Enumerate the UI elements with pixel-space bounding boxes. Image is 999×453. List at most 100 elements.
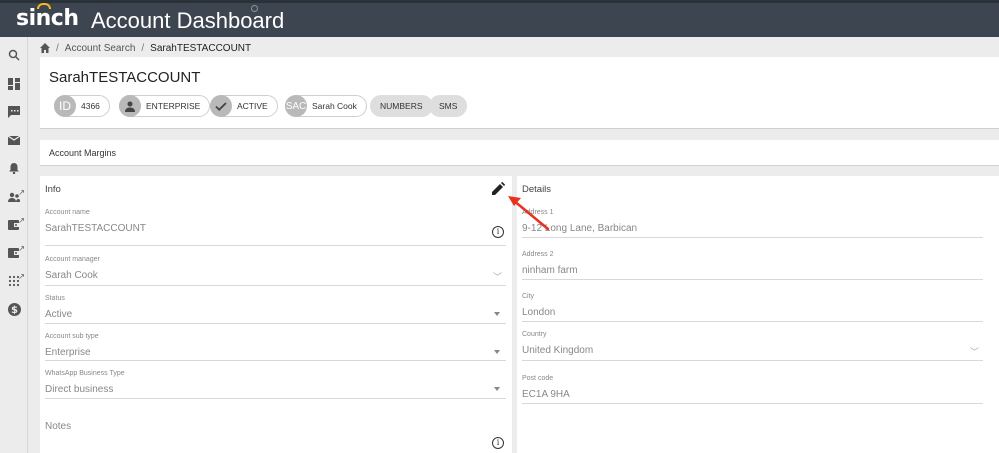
city-label: City <box>522 293 535 300</box>
status-label: Status <box>45 295 65 302</box>
whatsapp-business-type-value: Direct business <box>45 384 114 395</box>
account-id-chip: ID 4366 <box>54 95 110 117</box>
wallet-icon[interactable]: ↗ <box>7 244 25 261</box>
account-manager-value: Sarah Cook <box>45 270 98 281</box>
info-icon[interactable]: i <box>492 437 504 449</box>
country-value: United Kingdom <box>522 345 594 356</box>
dropdown-caret-icon[interactable] <box>494 387 500 391</box>
logo-text: sinch <box>16 6 79 31</box>
city-value: London <box>522 307 556 318</box>
message-icon[interactable] <box>7 106 21 120</box>
address2-label: Address 2 <box>522 251 554 258</box>
breadcrumb-current: SarahTESTACCOUNT <box>150 42 252 54</box>
bell-icon[interactable] <box>7 162 21 176</box>
search-icon[interactable] <box>7 49 21 63</box>
external-link-icon: ↗ <box>18 244 25 253</box>
breadcrumb-account-search-link[interactable]: Account Search <box>65 43 136 54</box>
notes-field[interactable]: Notes i <box>45 421 506 449</box>
info-card: Info Account name SarahTESTACCOUNT i Acc… <box>40 176 512 453</box>
dialpad-icon[interactable]: ↗ <box>7 272 25 289</box>
external-link-icon: ↗ <box>18 216 25 225</box>
country-field[interactable]: Country United Kingdom ﹀ <box>522 331 983 361</box>
field-underline <box>522 321 983 322</box>
account-type-label: ENTERPRISE <box>146 101 201 111</box>
account-status-label: ACTIVE <box>237 101 268 111</box>
chevron-down-icon[interactable]: ﹀ <box>970 345 979 358</box>
dropdown-caret-icon[interactable] <box>494 350 500 354</box>
address2-field[interactable]: Address 2 ninham farm <box>522 251 983 280</box>
info-title: Info <box>45 184 61 195</box>
breadcrumb-separator: / <box>141 42 145 54</box>
dropdown-caret-icon[interactable] <box>494 312 500 316</box>
field-underline <box>45 245 506 246</box>
person-icon <box>119 95 141 117</box>
account-sub-type-field[interactable]: Account sub type Enterprise <box>45 333 506 361</box>
top-bar: sinch Account Dashboard <box>0 0 999 37</box>
status-dot-icon <box>251 5 258 12</box>
field-underline <box>45 285 506 286</box>
whatsapp-business-type-field[interactable]: WhatsApp Business Type Direct business <box>45 370 506 399</box>
sinch-logo[interactable]: sinch <box>16 3 79 31</box>
mail-icon[interactable] <box>7 134 21 148</box>
chevron-down-icon[interactable]: ﹀ <box>493 270 502 283</box>
account-header-card: SarahTESTACCOUNT ID 4366 ENTERPRISE ACTI… <box>40 57 999 129</box>
account-id-value: 4366 <box>81 101 100 111</box>
field-underline <box>522 360 983 361</box>
status-field[interactable]: Status Active <box>45 295 506 324</box>
post-code-label: Post code <box>522 375 554 382</box>
account-manager-label: Account manager <box>45 256 100 263</box>
numbers-chip-label: NUMBERS <box>380 101 423 111</box>
svg-text:$: $ <box>11 305 18 316</box>
account-margins-panel[interactable]: Account Margins <box>40 140 999 166</box>
id-avatar: ID <box>54 95 76 117</box>
manager-avatar: SAC <box>285 95 307 117</box>
dollar-icon[interactable]: $ <box>7 303 21 317</box>
field-underline <box>522 403 983 404</box>
details-title: Details <box>522 184 552 195</box>
address1-label: Address 1 <box>522 209 554 216</box>
dashboard-icon[interactable] <box>7 78 21 92</box>
account-margins-label: Account Margins <box>49 148 117 158</box>
field-underline <box>45 398 506 399</box>
account-manager-chip: SAC Sarah Cook <box>285 95 367 117</box>
account-status-chip: ACTIVE <box>210 95 278 117</box>
sms-chip[interactable]: SMS <box>429 95 468 117</box>
whatsapp-business-type-label: WhatsApp Business Type <box>45 370 125 377</box>
account-name-heading: SarahTESTACCOUNT <box>49 69 201 86</box>
account-name-field[interactable]: Account name SarahTESTACCOUNT i <box>45 209 506 246</box>
breadcrumb-separator: / <box>56 42 59 54</box>
info-icon[interactable]: i <box>492 226 504 238</box>
field-underline <box>45 323 506 324</box>
account-sub-type-label: Account sub type <box>45 333 99 340</box>
city-field[interactable]: City London <box>522 293 983 322</box>
breadcrumb: / Account Search / SarahTESTACCOUNT <box>40 41 251 55</box>
address1-field[interactable]: Address 1 9-12 Long Lane, Barbican <box>522 209 983 238</box>
edit-pencil-icon[interactable] <box>492 181 506 196</box>
field-underline <box>45 360 506 361</box>
status-value: Active <box>45 309 73 320</box>
account-manager-chip-label: Sarah Cook <box>312 101 357 111</box>
wallet-icon[interactable]: ↗ <box>7 216 25 233</box>
account-name-value: SarahTESTACCOUNT <box>45 223 146 234</box>
home-icon[interactable] <box>40 43 50 53</box>
account-type-chip: ENTERPRISE <box>119 95 211 117</box>
check-icon <box>210 95 232 117</box>
side-nav: ↗ ↗ ↗ ↗ $ <box>0 37 28 453</box>
logo-mark <box>37 3 51 9</box>
post-code-value: EC1A 9HA <box>522 389 570 400</box>
account-name-label: Account name <box>45 209 90 216</box>
account-manager-field[interactable]: Account manager Sarah Cook ﹀ <box>45 256 506 286</box>
field-underline <box>522 237 983 238</box>
details-card: Details Address 1 9-12 Long Lane, Barbic… <box>517 176 999 453</box>
address1-value: 9-12 Long Lane, Barbican <box>522 223 638 234</box>
address2-value: ninham farm <box>522 265 578 276</box>
field-underline <box>522 279 983 280</box>
external-link-icon: ↗ <box>18 272 25 281</box>
post-code-field[interactable]: Post code EC1A 9HA <box>522 375 983 404</box>
sms-chip-label: SMS <box>439 101 458 111</box>
numbers-chip[interactable]: NUMBERS <box>370 95 433 117</box>
country-label: Country <box>522 331 547 338</box>
notes-label: Notes <box>45 421 72 432</box>
users-icon[interactable]: ↗ <box>7 188 25 205</box>
external-link-icon: ↗ <box>18 188 25 197</box>
